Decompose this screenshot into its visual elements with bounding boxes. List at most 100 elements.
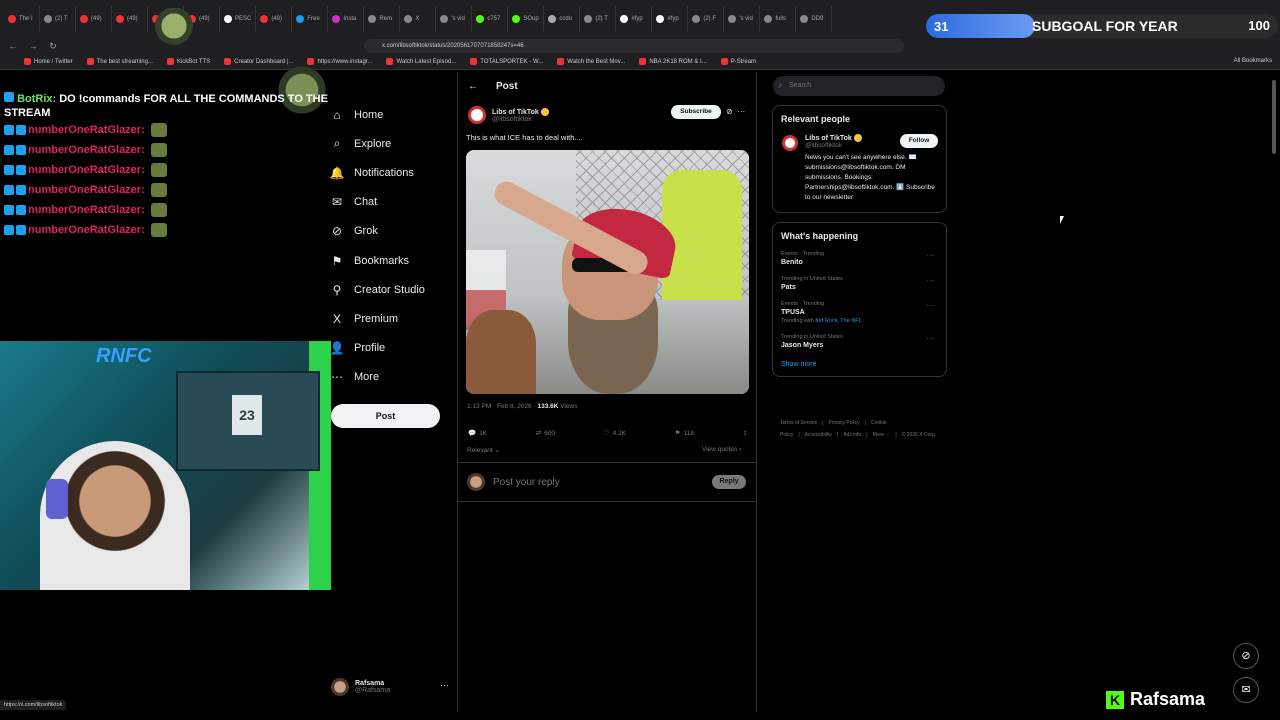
browser-tab[interactable]: (2) T [580, 6, 617, 32]
browser-tab[interactable]: X [400, 6, 437, 32]
browser-tab[interactable]: (2) F [688, 6, 725, 32]
tab-label: Insta [343, 16, 357, 22]
nav-item-home[interactable]: ⌂ Home [330, 100, 450, 129]
post-author[interactable]: Libs of TikTok @libsoftiktok [468, 106, 549, 124]
bookmark-item[interactable]: NBA 2K18 ROM & I... [639, 58, 707, 65]
post-image[interactable] [466, 150, 749, 394]
author-avatar[interactable] [468, 106, 486, 124]
more-icon[interactable]: ··· [926, 301, 934, 310]
trend-item[interactable]: Events · Trending TPUSA Trending with Kid … [781, 301, 938, 324]
trend-item[interactable]: Trending in United States Jason Myers ··· [781, 334, 938, 349]
grok-icon[interactable]: ⊘ [726, 107, 733, 116]
bookmark-item[interactable]: P-Stream [720, 58, 756, 65]
browser-tab[interactable]: SOup [508, 6, 545, 32]
footer-link[interactable]: © 2026 X Corp. [902, 432, 937, 438]
browser-tab[interactable]: (49) [112, 6, 148, 32]
author-name[interactable]: Libs of TikTok [492, 108, 539, 115]
more-icon[interactable]: ··· [737, 107, 745, 116]
account-switcher[interactable]: Rafsama @Rafsama ··· [331, 676, 451, 698]
nav-item-bookmarks[interactable]: ⚑ Bookmarks [330, 246, 450, 275]
more-icon[interactable]: ··· [926, 276, 934, 285]
bookmark-favicon-icon [639, 58, 647, 65]
reply-button[interactable]: Reply [712, 475, 746, 489]
browser-tab[interactable]: Insta [328, 6, 365, 32]
show-more-link[interactable]: Show more [781, 361, 938, 368]
nav-item-notifications[interactable]: 🔔 Notifications [330, 158, 450, 187]
browser-tab[interactable]: 's vid [436, 6, 473, 32]
footer-link[interactable]: Ads info [843, 432, 861, 438]
reload-icon[interactable]: ↻ [46, 39, 60, 53]
nav-label: Bookmarks [354, 254, 410, 267]
post-time[interactable]: 1:13 PM · Feb 8, 2026 · [467, 403, 536, 410]
all-bookmarks-link[interactable]: All Bookmarks [1234, 58, 1272, 64]
nav-item-grok[interactable]: ⊘ Grok [330, 217, 450, 246]
browser-tab[interactable]: #fyp [616, 6, 653, 32]
person-name[interactable]: Libs of TikTok [805, 135, 852, 142]
bookmark-item[interactable]: Home / Twitter [24, 58, 73, 65]
verified-icon [853, 134, 862, 142]
browser-tab[interactable]: The I [4, 6, 40, 32]
bookmark-item[interactable]: Watch Latest Episod... [386, 58, 456, 65]
subscribe-button[interactable]: Subscribe [671, 105, 721, 119]
chat-username: numberOneRatGlazer: [28, 164, 145, 176]
rat-emote-icon [150, 163, 167, 177]
browser-tab[interactable]: (49) [76, 6, 112, 32]
back-arrow-icon[interactable]: ← [468, 81, 478, 92]
trend-item[interactable]: Events · Trending Benito ··· [781, 251, 938, 266]
person-avatar[interactable] [782, 135, 798, 151]
trend-with-link[interactable]: Kid Rock, The NFL [815, 318, 861, 324]
browser-tab[interactable]: PESC [220, 6, 257, 32]
trend-item[interactable]: Trending in United States Pats ··· [781, 276, 938, 291]
footer-link[interactable]: Terms of Service [780, 420, 817, 426]
bookmark-stat[interactable]: ⚑ 118 [674, 429, 694, 438]
browser-tab[interactable]: (2) T [40, 6, 76, 32]
relevant-person[interactable]: Libs of TikTok @libsoftiktok News you ca… [781, 134, 938, 204]
follow-button[interactable]: Follow [900, 134, 938, 148]
bookmark-icon: ⚑ [674, 430, 681, 437]
more-icon[interactable]: ··· [926, 334, 934, 343]
nav-item-more[interactable]: ⋯ More [330, 363, 450, 392]
reply-stat[interactable]: 💬 1K [468, 429, 487, 438]
bookmark-item[interactable]: The best streaming... [86, 58, 153, 65]
messages-icon[interactable]: ✉ [1233, 677, 1259, 703]
bookmark-item[interactable]: TOTALSPORTEK - W... [470, 58, 543, 65]
share-icon[interactable]: ⇪ [743, 429, 748, 437]
more-icon[interactable]: ··· [440, 680, 449, 690]
image-bystander [466, 310, 536, 394]
browser-tab[interactable]: DD9 [796, 6, 833, 32]
rat-emote-icon [150, 143, 167, 157]
url-field[interactable]: x.com/libsoftiktok/status/20205617070718… [364, 39, 904, 53]
browser-tab[interactable]: ccdu [544, 6, 581, 32]
footer-link[interactable]: Privacy Policy [829, 420, 860, 426]
bookmark-item[interactable]: Watch the Best Mov... [557, 58, 625, 65]
scrollbar[interactable] [1272, 80, 1276, 154]
footer-link[interactable]: Accessibility [805, 432, 832, 438]
mouse-cursor-icon [1060, 216, 1064, 224]
back-icon[interactable]: ← [6, 39, 20, 53]
browser-tab[interactable]: (49) [256, 6, 293, 32]
nav-item-chat[interactable]: ✉ Chat [330, 188, 450, 217]
nav-item-premium[interactable]: X Premium [330, 304, 450, 333]
profile-icon: 👤 [329, 341, 345, 356]
reply-input[interactable]: Post your reply [493, 477, 560, 488]
nav-item-creator-studio[interactable]: ⚲ Creator Studio [330, 275, 450, 304]
post-button[interactable]: Post [331, 404, 440, 428]
forward-icon[interactable]: → [26, 39, 40, 53]
like-stat[interactable]: ♡ 4.2K [604, 429, 626, 438]
browser-tab[interactable]: 's vid [724, 6, 761, 32]
bookmark-item[interactable]: KickBot TTS [166, 58, 210, 65]
sort-dropdown[interactable]: Relevant ⌄ [467, 446, 500, 454]
view-quotes-link[interactable]: View quotes › [702, 446, 741, 453]
footer-link[interactable]: More ··· [873, 432, 891, 438]
browser-tab[interactable]: fulls [760, 6, 797, 32]
search-input[interactable]: Search [773, 76, 945, 96]
browser-tab[interactable]: Rem [364, 6, 401, 32]
browser-tab[interactable]: Free [292, 6, 329, 32]
nav-item-profile[interactable]: 👤 Profile [330, 334, 450, 363]
browser-tab[interactable]: c757 [472, 6, 509, 32]
nav-item-explore[interactable]: ⌕ Explore [330, 129, 450, 158]
browser-tab[interactable]: #fyp [652, 6, 689, 32]
grok-icon[interactable]: ⊘ [1233, 643, 1259, 669]
more-icon[interactable]: ··· [926, 251, 934, 260]
repost-stat[interactable]: ⇄ 600 [536, 429, 555, 438]
